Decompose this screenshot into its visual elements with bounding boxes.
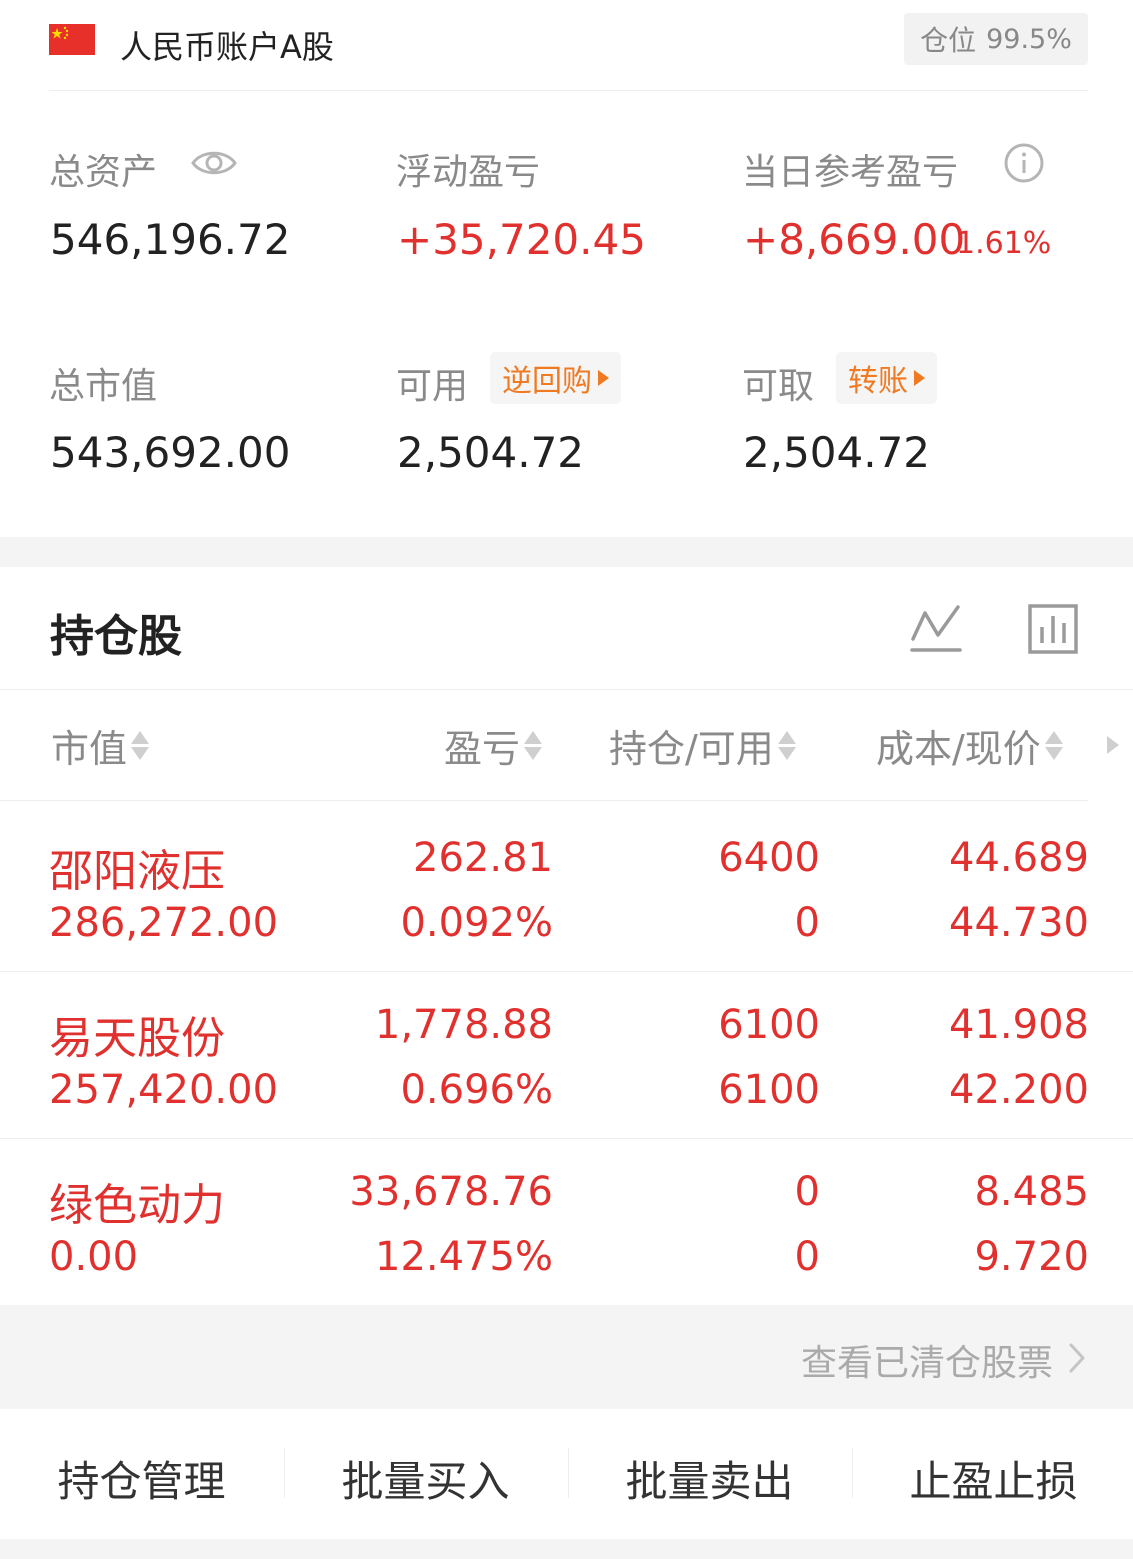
- stock-price: 44.730: [949, 900, 1089, 946]
- reverse-repo-button[interactable]: 逆回购: [490, 352, 621, 404]
- column-header-cost-price[interactable]: 成本/现价: [876, 718, 1063, 773]
- market-value-value: 543,692.00: [50, 428, 291, 477]
- column-header-label: 成本/现价: [876, 727, 1041, 771]
- table-row[interactable]: 易天股份 257,420.00 1,778.88 0.696% 6100 610…: [0, 972, 1133, 1138]
- column-header-position[interactable]: 持仓/可用: [609, 718, 796, 773]
- stock-position: 6400: [718, 835, 820, 881]
- daily-pl-value: +8,669.00: [743, 215, 966, 264]
- floating-pl-label: 浮动盈亏: [396, 152, 541, 193]
- eye-icon[interactable]: [190, 146, 238, 184]
- header-row-divider: [0, 800, 1088, 801]
- total-assets-value: 546,196.72: [50, 215, 291, 264]
- stock-pl: 262.81: [413, 835, 553, 881]
- table-row[interactable]: 绿色动力 0.00 33,678.76 12.475% 0 0 8.485 9.…: [0, 1139, 1133, 1305]
- market-value-label: 总市值: [49, 366, 158, 407]
- stock-pl-percent: 0.092%: [400, 900, 553, 946]
- stock-position: 0: [794, 1169, 820, 1215]
- sort-icon: [777, 731, 796, 760]
- daily-pl-percent: 1.61%: [956, 226, 1052, 261]
- column-header-label: 持仓/可用: [609, 727, 774, 771]
- stock-price: 42.200: [949, 1067, 1089, 1113]
- position-management-button[interactable]: 持仓管理: [0, 1448, 283, 1509]
- position-label: 仓位: [920, 24, 977, 57]
- column-header-label: 盈亏: [444, 727, 521, 771]
- line-chart-icon[interactable]: [908, 603, 964, 659]
- stock-pl-percent: 12.475%: [375, 1234, 553, 1280]
- stock-market-value: 0.00: [49, 1234, 139, 1280]
- total-assets-label: 总资产: [49, 152, 158, 193]
- bar-chart-icon[interactable]: [1027, 603, 1079, 659]
- reverse-repo-label: 逆回购: [502, 364, 592, 399]
- play-arrow-icon: [914, 370, 925, 386]
- chevron-right-icon[interactable]: [1068, 1342, 1086, 1378]
- bottom-band: [0, 1539, 1133, 1559]
- stock-pl-percent: 0.696%: [400, 1067, 553, 1113]
- stock-market-value: 286,272.00: [49, 900, 279, 946]
- batch-sell-button[interactable]: 批量卖出: [568, 1448, 851, 1509]
- stock-market-value: 257,420.00: [49, 1067, 279, 1113]
- stock-name: 绿色动力: [49, 1180, 225, 1231]
- stock-name: 易天股份: [49, 1013, 225, 1064]
- holdings-title: 持仓股: [50, 611, 182, 662]
- stock-pl: 1,778.88: [374, 1002, 553, 1048]
- table-row[interactable]: 邵阳液压 286,272.00 262.81 0.092% 6400 0 44.…: [0, 805, 1133, 971]
- stock-available: 0: [794, 900, 820, 946]
- stock-cost: 41.908: [949, 1002, 1089, 1048]
- info-icon[interactable]: [1003, 142, 1045, 188]
- position-value: 99.5%: [986, 23, 1072, 55]
- transfer-label: 转账: [848, 364, 908, 399]
- floating-pl-value: +35,720.45: [397, 215, 646, 264]
- stock-pl: 33,678.76: [349, 1169, 553, 1215]
- header-divider: [49, 90, 1088, 91]
- scroll-right-icon[interactable]: [1107, 736, 1119, 754]
- stock-price: 9.720: [974, 1234, 1089, 1280]
- stock-position: 6100: [718, 1002, 820, 1048]
- batch-buy-button[interactable]: 批量买入: [284, 1448, 567, 1509]
- sort-icon: [1044, 731, 1063, 760]
- holdings-divider: [0, 689, 1133, 690]
- stock-available: 0: [794, 1234, 820, 1280]
- china-flag-icon: [49, 24, 95, 55]
- stock-name: 邵阳液压: [49, 846, 225, 897]
- column-header-market-value[interactable]: 市值: [51, 718, 150, 773]
- withdrawable-value: 2,504.72: [743, 428, 931, 477]
- stock-available: 6100: [718, 1067, 820, 1113]
- available-label: 可用: [396, 366, 469, 407]
- daily-pl-label: 当日参考盈亏: [742, 152, 959, 193]
- position-badge: 仓位 99.5%: [904, 13, 1088, 65]
- transfer-button[interactable]: 转账: [836, 352, 937, 404]
- play-arrow-icon: [598, 370, 609, 386]
- view-cleared-stocks-link[interactable]: 查看已清仓股票: [801, 1334, 1053, 1386]
- withdrawable-label: 可取: [742, 366, 815, 407]
- section-separator: [0, 537, 1133, 567]
- column-header-pl[interactable]: 盈亏: [444, 718, 543, 773]
- available-value: 2,504.72: [397, 428, 585, 477]
- column-header-label: 市值: [51, 727, 128, 771]
- stock-cost: 44.689: [949, 835, 1089, 881]
- sort-icon: [524, 731, 543, 760]
- sort-icon: [131, 731, 150, 760]
- stop-profit-loss-button[interactable]: 止盈止损: [852, 1448, 1133, 1509]
- account-name[interactable]: 人民币账户A股: [120, 22, 334, 68]
- stock-cost: 8.485: [974, 1169, 1089, 1215]
